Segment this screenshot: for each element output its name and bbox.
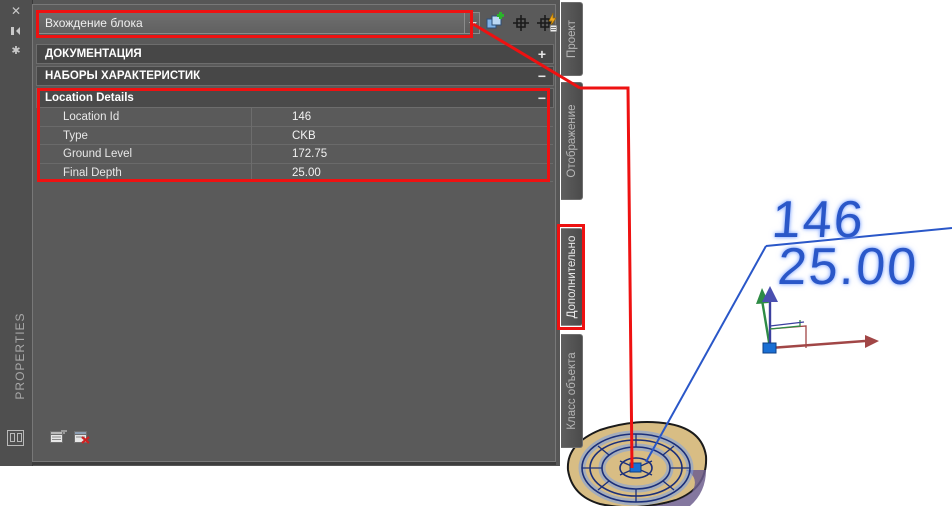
sidebar-item-label: Проект: [565, 20, 578, 58]
annotation-highlight-location-details: [37, 88, 550, 182]
palette-title-bar: ✕ ✱ PROPERTIES: [0, 0, 33, 466]
palette-footer-divider: [32, 462, 556, 465]
sidebar-item-display[interactable]: Отображение: [561, 82, 583, 200]
sidebar-item-object-class[interactable]: Класс объекта: [561, 334, 583, 448]
block-attribute-final-depth: 25.00: [775, 238, 921, 296]
properties-palette: ✕ ✱ PROPERTIES Вхождение блока ДОКУМЕНТА…: [0, 0, 560, 466]
select-objects-button[interactable]: [510, 12, 532, 34]
sidebar-item-project[interactable]: Проект: [561, 2, 583, 76]
close-icon[interactable]: ✕: [0, 2, 32, 20]
sidebar-item-label: Отображение: [565, 104, 578, 178]
add-property-set-definition-button[interactable]: [484, 12, 506, 34]
quick-select-button[interactable]: [536, 12, 558, 34]
add-property-set-button[interactable]: [50, 428, 67, 444]
section-label: НАБОРЫ ХАРАКТЕРИСТИК: [45, 70, 201, 82]
expand-toggle-icon[interactable]: +: [538, 45, 546, 63]
remove-property-set-button[interactable]: [74, 430, 91, 444]
section-header-documentation[interactable]: ДОКУМЕНТАЦИЯ +: [36, 44, 554, 64]
section-header-property-sets[interactable]: НАБОРЫ ХАРАКТЕРИСТИК −: [36, 66, 554, 86]
annotation-highlight-extended-tab: [557, 224, 585, 330]
palette-layout-icon[interactable]: [7, 430, 24, 446]
sidebar-item-label: Класс объекта: [565, 352, 578, 430]
section-label: ДОКУМЕНТАЦИЯ: [45, 48, 142, 60]
annotation-highlight-object-type: [36, 10, 473, 38]
borehole-block[interactable]: [566, 421, 708, 506]
palette-settings-icon[interactable]: ✱: [0, 42, 32, 60]
auto-hide-icon[interactable]: [0, 22, 32, 40]
collapse-toggle-icon[interactable]: −: [538, 67, 546, 85]
